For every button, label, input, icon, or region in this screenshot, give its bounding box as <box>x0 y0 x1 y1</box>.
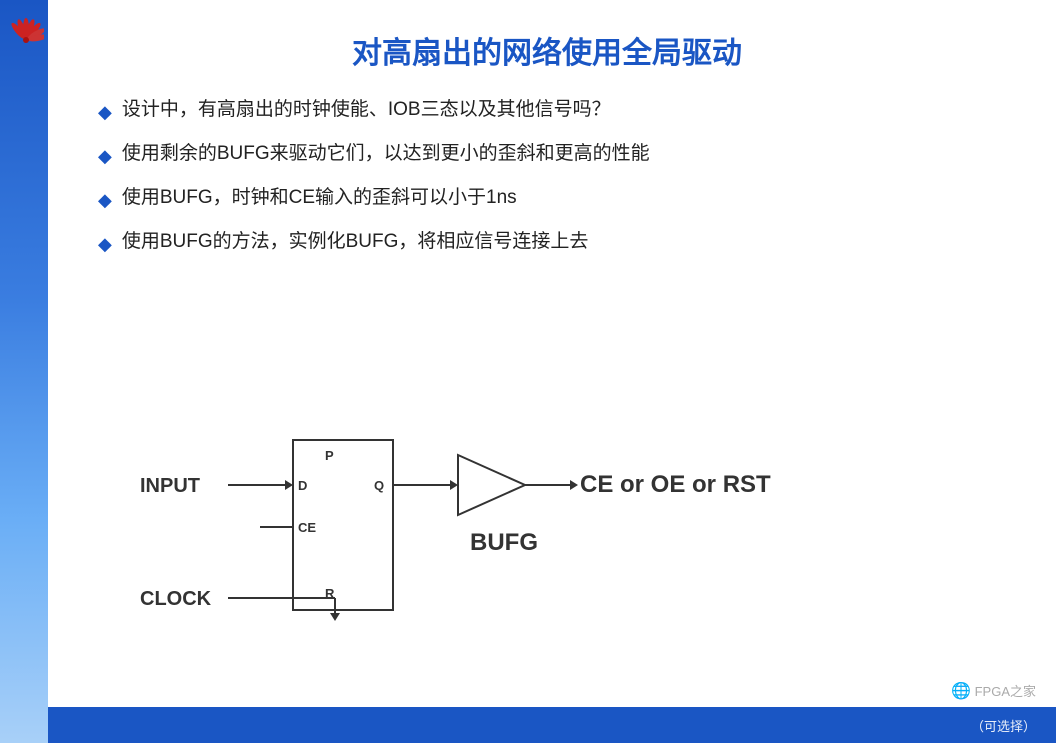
bullet-list: ◆ 设计中，有高扇出的时钟使能、IOB三态以及其他信号吗？ ◆ 使用剩余的BUF… <box>98 96 1016 258</box>
output-label: CE or OE or RST <box>580 471 771 498</box>
watermark: 🌐 FPGA之家 <box>951 681 1036 701</box>
bullet-diamond-1: ◆ <box>98 99 112 126</box>
bottom-note: （可选择） <box>971 716 1036 735</box>
fan-icon <box>8 10 44 50</box>
bullet-text-3: 使用BUFG，时钟和CE输入的歪斜可以小于1ns <box>122 184 1016 213</box>
dff-q-label: Q <box>374 478 384 493</box>
bufg-label: BUFG <box>470 529 538 556</box>
watermark-text: FPGA之家 <box>975 684 1036 699</box>
bullet-text-1: 设计中，有高扇出的时钟使能、IOB三态以及其他信号吗？ <box>122 96 1016 125</box>
input-arrowhead <box>285 480 293 490</box>
dff-p-label: P <box>325 448 334 463</box>
left-bar <box>0 0 48 743</box>
bufg-arrowhead <box>570 480 578 490</box>
dff-d-label: D <box>298 478 307 493</box>
bullet-diamond-4: ◆ <box>98 231 112 258</box>
bullet-item-4: ◆ 使用BUFG的方法，实例化BUFG，将相应信号连接上去 <box>98 228 1016 258</box>
bullet-diamond-3: ◆ <box>98 187 112 214</box>
bottom-bar: （可选择） <box>48 707 1056 743</box>
bullet-item-3: ◆ 使用BUFG，时钟和CE输入的歪斜可以小于1ns <box>98 184 1016 214</box>
bullet-diamond-2: ◆ <box>98 143 112 170</box>
slide-title: 对高扇出的网络使用全局驱动 <box>78 28 1016 72</box>
dff-ce-label: CE <box>298 520 316 535</box>
clock-arrowhead <box>330 613 340 621</box>
bullet-text-2: 使用剩余的BUFG来驱动它们，以达到更小的歪斜和更高的性能 <box>122 140 1016 169</box>
logo-area <box>8 10 44 60</box>
circuit-diagram: INPUT P D Q CE R CLOCK BUFG CE or OE or … <box>140 420 920 660</box>
clock-label: CLOCK <box>140 588 212 610</box>
bullet-item-2: ◆ 使用剩余的BUFG来驱动它们，以达到更小的歪斜和更高的性能 <box>98 140 1016 170</box>
input-label: INPUT <box>140 475 200 497</box>
bullet-item-1: ◆ 设计中，有高扇出的时钟使能、IOB三态以及其他信号吗？ <box>98 96 1016 126</box>
q-arrowhead <box>450 480 458 490</box>
bufg-triangle <box>458 455 525 515</box>
bullet-text-4: 使用BUFG的方法，实例化BUFG，将相应信号连接上去 <box>122 228 1016 257</box>
